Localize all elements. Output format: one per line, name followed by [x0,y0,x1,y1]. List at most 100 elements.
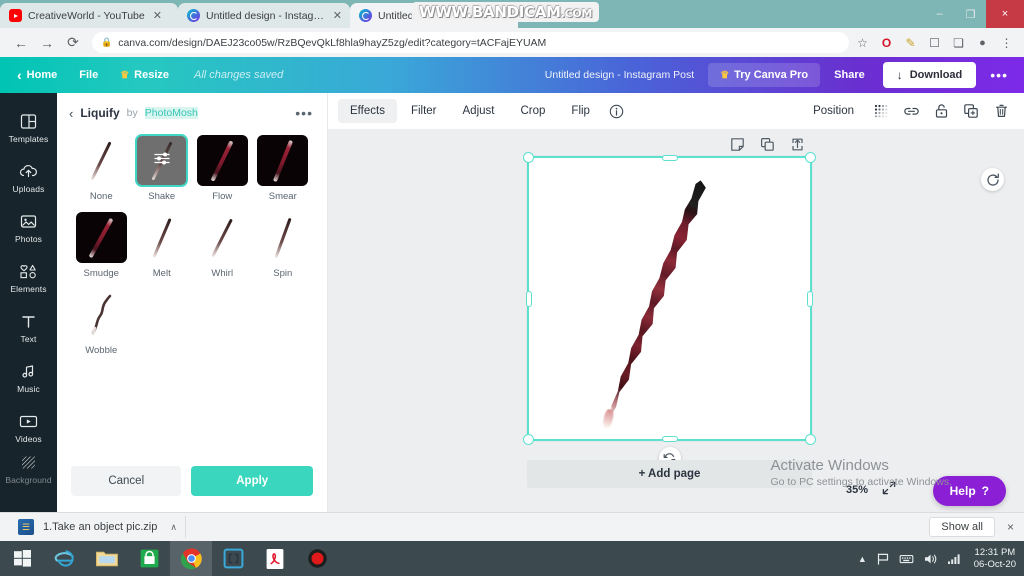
transparency-icon[interactable] [868,98,894,124]
position-button[interactable]: Position [803,99,864,123]
close-icon[interactable]: ✕ [153,9,162,22]
chrome-menu-icon[interactable]: ⋮ [999,35,1014,50]
try-canva-pro-button[interactable]: ♛ Try Canva Pro [708,63,821,87]
effect-option-smudge[interactable]: Smudge [71,212,132,279]
chevron-up-icon[interactable]: ∧ [170,522,177,533]
taskbar-clock[interactable]: 12:31 PM 06-Oct-20 [971,547,1016,571]
refresh-icon[interactable] [981,168,1004,191]
help-button[interactable]: Help ? [932,476,1006,506]
sidebar-item-music[interactable]: Music [0,353,57,403]
zip-file-icon: ☰ [18,519,34,535]
effect-label: Whirl [211,268,234,279]
trash-icon[interactable] [988,98,1014,124]
tab-effects[interactable]: Effects [338,99,397,123]
cast-icon[interactable]: ☐ [927,35,942,50]
duplicate-page-icon[interactable] [759,136,775,152]
close-icon[interactable]: × [1007,520,1014,534]
resize-handle-left[interactable] [526,290,532,307]
file-explorer-icon[interactable] [86,541,128,576]
downloads-bar: ☰ 1.Take an object pic.zip ∧ Show all × [0,512,1024,541]
apply-button[interactable]: Apply [191,466,313,496]
show-all-button[interactable]: Show all [929,517,995,537]
google-chrome-icon[interactable] [170,541,212,576]
resize-handle-top[interactable] [661,155,678,161]
volume-icon[interactable] [923,552,938,566]
browser-tab-canva-1[interactable]: Untitled design - Instagram Post ✕ [178,3,350,28]
microsoft-store-icon[interactable] [128,541,170,576]
close-icon[interactable]: ✕ [333,9,342,22]
sidebar-item-videos[interactable]: Videos [0,403,57,453]
resize-button[interactable]: ♛ Resize [109,64,180,86]
resize-handle-bottom-right[interactable] [805,434,816,445]
keyboard-icon[interactable] [899,552,914,566]
opera-icon[interactable]: O [879,35,894,50]
forward-icon[interactable]: → [34,32,60,54]
eyedropper-icon[interactable]: ✎ [903,35,918,50]
browser-tab-youtube[interactable]: CreativeWorld - YouTube ✕ [0,3,178,28]
close-window-button[interactable]: × [986,0,1024,28]
extensions-icon[interactable]: ❏ [951,35,966,50]
resize-handle-top-left[interactable] [523,152,534,163]
flag-icon[interactable] [876,552,890,566]
effect-option-none[interactable]: None [71,135,132,202]
effect-option-flow[interactable]: Flow [192,135,253,202]
effect-option-shake[interactable]: Shake [132,134,193,202]
tab-flip[interactable]: Flip [559,99,602,123]
effect-option-spin[interactable]: Spin [253,212,314,279]
lock-icon[interactable] [928,98,954,124]
effect-option-smear[interactable]: Smear [253,135,314,202]
network-icon[interactable] [947,552,962,565]
panel-back-icon[interactable]: ‹ [69,106,73,121]
show-hidden-icons[interactable]: ▲ [858,554,867,564]
windows-start-icon[interactable] [0,541,44,576]
home-button[interactable]: ‹ Home [6,62,68,88]
effect-option-wobble[interactable]: Wobble [71,289,132,356]
tab-crop[interactable]: Crop [508,99,557,123]
download-item[interactable]: ☰ 1.Take an object pic.zip ∧ [10,516,186,538]
back-icon[interactable]: ← [8,32,34,54]
download-button[interactable]: ↓ Download [882,62,977,88]
zoom-level[interactable]: 35% [846,484,868,496]
sidebar-item-uploads[interactable]: Uploads [0,153,57,203]
panel-more-icon[interactable]: ••• [295,105,313,121]
file-menu-button[interactable]: File [68,64,109,86]
brackets-icon[interactable] [212,541,254,576]
add-page-button[interactable]: + Add page [527,460,812,488]
notes-icon[interactable] [729,136,745,152]
tab-adjust[interactable]: Adjust [451,99,507,123]
resize-handle-bottom[interactable] [661,436,678,442]
cancel-button[interactable]: Cancel [71,466,182,496]
adobe-reader-icon[interactable] [254,541,296,576]
duplicate-icon[interactable] [958,98,984,124]
design-page[interactable] [523,152,816,469]
sidebar-item-text[interactable]: Text [0,303,57,353]
internet-explorer-icon[interactable] [44,541,86,576]
bandicam-icon[interactable] [296,541,338,576]
sidebar-item-background[interactable]: Background [0,453,57,487]
canvas-area[interactable]: + Add page Activate Windows Go to PC set… [328,130,1024,512]
effect-option-whirl[interactable]: Whirl [192,212,253,279]
effect-option-melt[interactable]: Melt [132,212,193,279]
panel-author-link[interactable]: PhotoMosh [144,107,198,119]
header-more-button[interactable]: ••• [980,63,1018,87]
tab-filter[interactable]: Filter [399,99,449,123]
url-input[interactable]: 🔒 canva.com/design/DAEJ23co05w/RzBQevQkL… [92,32,849,53]
sidebar-item-photos[interactable]: Photos [0,203,57,253]
star-icon[interactable]: ☆ [855,35,870,50]
reload-icon[interactable]: ⟳ [60,32,86,54]
maximize-button[interactable]: ❐ [955,0,986,28]
panel-header: ‹ Liquify by PhotoMosh ••• [57,93,327,131]
info-icon[interactable] [604,98,630,124]
resize-handle-top-right[interactable] [805,152,816,163]
sidebar-item-elements[interactable]: Elements [0,253,57,303]
resize-handle-bottom-left[interactable] [523,434,534,445]
link-icon[interactable] [898,98,924,124]
liquify-panel: ‹ Liquify by PhotoMosh ••• None Shake Fl… [57,93,328,512]
share-button[interactable]: Share [820,63,879,87]
export-page-icon[interactable] [789,136,805,152]
profile-icon[interactable]: ● [975,35,990,50]
resize-handle-right[interactable] [807,290,813,307]
sidebar-item-templates[interactable]: Templates [0,103,57,153]
expand-icon[interactable] [882,481,896,498]
minimize-button[interactable]: – [924,0,955,28]
